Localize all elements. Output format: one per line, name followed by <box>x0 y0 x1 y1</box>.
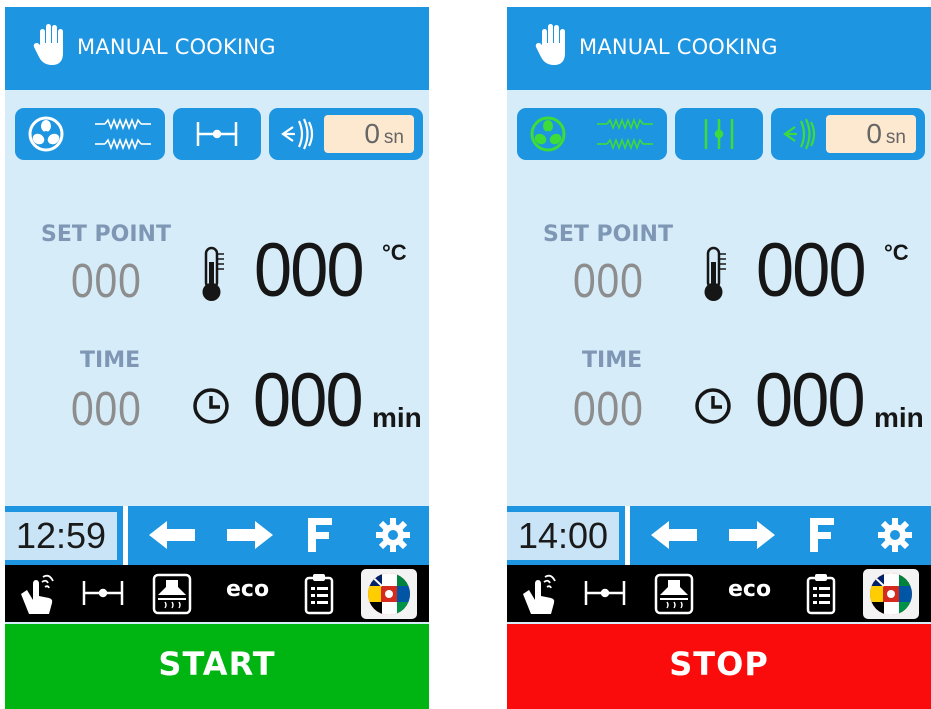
mode-bar: 0 sn <box>517 108 925 160</box>
title-bar: MANUAL COOKING <box>507 7 931 90</box>
heater-icon <box>597 117 653 151</box>
f-icon[interactable] <box>308 518 332 552</box>
thermometer-icon <box>704 246 726 301</box>
steam-unit: sn <box>885 127 906 148</box>
time-unit: min <box>874 402 924 433</box>
language-button[interactable] <box>361 569 417 619</box>
hood-icon[interactable] <box>654 573 694 615</box>
stop-button[interactable]: STOP <box>507 624 931 709</box>
hand-icon <box>535 24 565 65</box>
fan-icon <box>28 116 64 152</box>
time-label: TIME <box>80 348 141 373</box>
time-unit: min <box>372 402 422 433</box>
steam-mode-button[interactable]: 0 sn <box>269 108 423 160</box>
arrow-right-icon[interactable] <box>729 520 775 550</box>
nav-bar: 14:00 <box>507 506 931 565</box>
damper-mode-button[interactable] <box>173 108 261 160</box>
steam-icon <box>281 118 314 150</box>
steam-value-display[interactable]: 0 sn <box>324 115 414 153</box>
hand-icon <box>33 24 63 65</box>
temperature-value: 000 <box>756 228 867 313</box>
damper-open-icon <box>704 119 734 149</box>
eco-option[interactable]: eco <box>728 577 771 602</box>
heater-icon <box>95 117 151 151</box>
nav-bar: 12:59 <box>5 506 429 565</box>
arrow-left-icon[interactable] <box>149 520 195 550</box>
language-button[interactable] <box>863 569 919 619</box>
gear-icon[interactable] <box>877 517 913 553</box>
damper-option-icon[interactable] <box>583 579 627 607</box>
damper-icon <box>196 122 238 146</box>
f-icon[interactable] <box>810 518 834 552</box>
steam-icon <box>783 118 816 150</box>
time-actual-value: 000 <box>253 358 364 443</box>
nav-divider <box>625 506 630 565</box>
options-bar: eco <box>5 565 429 622</box>
clock-icon <box>193 388 229 424</box>
oven-panel-idle: MANUAL COOKING 0 sn SET POINT 000 000 °C… <box>5 7 429 709</box>
set-point-label: SET POINT <box>41 222 171 247</box>
flags-globe-icon <box>870 573 912 615</box>
temperature-unit: °C <box>382 240 407 265</box>
time-set-value[interactable]: 000 <box>573 382 644 437</box>
options-bar: eco <box>507 565 931 622</box>
damper-option-icon[interactable] <box>81 579 125 607</box>
clock-icon <box>695 388 731 424</box>
damper-mode-button[interactable] <box>675 108 763 160</box>
checklist-icon[interactable] <box>805 573 837 615</box>
arrow-left-icon[interactable] <box>651 520 697 550</box>
mode-bar: 0 sn <box>15 108 423 160</box>
hood-icon[interactable] <box>152 573 192 615</box>
temperature-value: 000 <box>254 228 365 313</box>
touch-icon[interactable] <box>15 572 57 616</box>
start-button[interactable]: START <box>5 624 429 709</box>
oven-panel-running: MANUAL COOKING 0 sn SET POINT 000 000 °C… <box>507 7 931 709</box>
set-point-label: SET POINT <box>543 222 673 247</box>
current-time: 12:59 <box>5 512 117 560</box>
time-set-value[interactable]: 000 <box>71 382 142 437</box>
temperature-unit: °C <box>884 240 909 265</box>
title-bar: MANUAL COOKING <box>5 7 429 90</box>
steam-value-display[interactable]: 0 sn <box>826 115 916 153</box>
time-label: TIME <box>582 348 643 373</box>
screen-title: MANUAL COOKING <box>77 35 276 59</box>
fan-heater-mode-button[interactable] <box>15 108 165 160</box>
current-time: 14:00 <box>507 512 619 560</box>
screen-title: MANUAL COOKING <box>579 35 778 59</box>
steam-value: 0 <box>364 118 380 149</box>
steam-unit: sn <box>383 127 404 148</box>
time-actual-value: 000 <box>755 358 866 443</box>
fan-heater-mode-button[interactable] <box>517 108 667 160</box>
checklist-icon[interactable] <box>303 573 335 615</box>
set-point-value[interactable]: 000 <box>573 254 644 309</box>
fan-icon <box>530 116 566 152</box>
steam-mode-button[interactable]: 0 sn <box>771 108 925 160</box>
steam-value: 0 <box>866 118 882 149</box>
thermometer-icon <box>202 246 224 301</box>
gear-icon[interactable] <box>375 517 411 553</box>
arrow-right-icon[interactable] <box>227 520 273 550</box>
set-point-value[interactable]: 000 <box>71 254 142 309</box>
flags-globe-icon <box>368 573 410 615</box>
touch-icon[interactable] <box>517 572 559 616</box>
eco-option[interactable]: eco <box>226 577 269 602</box>
nav-divider <box>123 506 128 565</box>
